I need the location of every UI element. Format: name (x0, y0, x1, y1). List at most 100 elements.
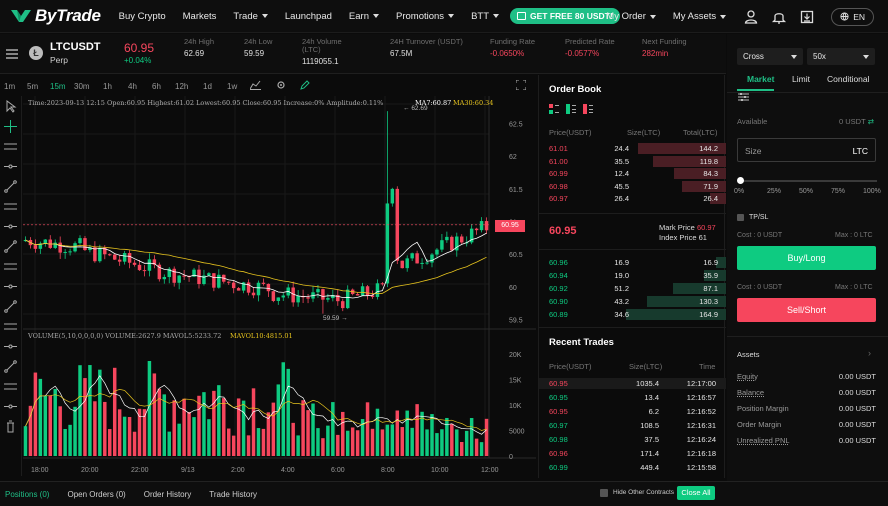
swap-icon[interactable]: ⇄ (868, 117, 874, 126)
bids-row[interactable]: 60.89 34.6 164.9 (539, 309, 726, 320)
nav-item-trade[interactable]: Trade (233, 11, 268, 22)
my-order-menu[interactable]: My Order (606, 11, 656, 22)
size-slider-handle[interactable] (737, 177, 744, 184)
chart-area[interactable]: 62.56261.56160.56059.520K15K10K5000018:0… (23, 96, 536, 478)
asks-row[interactable]: 61.01 24.4 144.2 (539, 143, 726, 154)
bids-row[interactable]: 60.94 19.0 35.9 (539, 270, 726, 281)
volume-bar (365, 402, 370, 456)
asks-row[interactable]: 60.99 12.4 84.3 (539, 168, 726, 179)
buy-long-button[interactable]: Buy/Long (737, 246, 876, 270)
bytrade-logo[interactable]: ByTrade (10, 6, 101, 26)
nav-item-btt[interactable]: BTT (471, 11, 500, 22)
price-line-tool-icon[interactable] (4, 280, 17, 293)
ob-size: 24.4 (614, 144, 629, 153)
bottom-tab-0[interactable]: Positions (0) (5, 490, 49, 499)
bids-row[interactable]: 60.90 43.2 130.3 (539, 296, 726, 307)
indicator-icon[interactable] (250, 80, 261, 90)
settings-sliders-icon[interactable] (738, 92, 749, 102)
margin-mode-select[interactable]: Cross (737, 48, 803, 65)
bottom-tab-3[interactable]: Trade History (209, 490, 257, 499)
bottom-tab-2[interactable]: Order History (144, 490, 192, 499)
crosshair-tool-icon[interactable] (4, 120, 17, 133)
price-channel-tool-icon[interactable] (4, 320, 17, 333)
bids-view-icon[interactable] (566, 104, 576, 114)
tab-market[interactable]: Market (747, 74, 774, 84)
menu-icon[interactable] (6, 49, 18, 59)
leverage-select[interactable]: 50x (807, 48, 875, 65)
pencil-tool-icon[interactable] (4, 400, 17, 413)
my-assets-menu[interactable]: My Assets (673, 11, 727, 22)
price-tick: 60 (509, 285, 517, 292)
trade-size: 6.2 (648, 407, 659, 416)
tpsl-checkbox[interactable] (737, 214, 744, 221)
ob-price: 60.89 (549, 310, 568, 319)
segment-line-tool-icon[interactable] (4, 260, 17, 273)
hide-other-contracts-checkbox[interactable] (600, 489, 608, 497)
fibonacci-tool-icon[interactable] (4, 340, 17, 353)
horizontal-line-tool-icon[interactable] (4, 160, 17, 173)
user-icon[interactable] (743, 9, 759, 25)
vertical-line-tool-icon[interactable] (4, 140, 17, 153)
asks-view-icon[interactable] (583, 104, 593, 114)
asks-row[interactable]: 61.00 35.5 119.8 (539, 155, 726, 167)
slider-mark[interactable]: 25% (767, 188, 781, 195)
close-all-button[interactable]: Close All (677, 486, 715, 500)
cursor-tool-icon[interactable] (4, 100, 17, 113)
nav-item-promotions[interactable]: Promotions (396, 11, 455, 22)
asks-row[interactable]: 60.98 45.5 71.9 (539, 180, 726, 192)
slider-mark[interactable]: 50% (799, 188, 813, 195)
nav-item-buy-crypto[interactable]: Buy Crypto (119, 11, 166, 22)
interval-30m[interactable]: 30m (74, 82, 90, 91)
chart-settings-gear-icon[interactable] (276, 80, 286, 90)
asks-row[interactable]: 60.97 26.4 26.4 (539, 193, 726, 204)
low-marker-label: 59.59 (323, 315, 340, 322)
bids-row[interactable]: 60.92 51.2 87.1 (539, 283, 726, 294)
pitchfork-tool-icon[interactable] (4, 360, 17, 373)
promo-button[interactable]: GET FREE 80 USDT! (510, 8, 620, 24)
measure-tool-icon[interactable] (4, 380, 17, 393)
size-input[interactable]: Size LTC (737, 138, 876, 162)
trend-line-tool-icon[interactable] (4, 200, 17, 213)
symbol-name[interactable]: LTCUSDT (50, 41, 101, 53)
slider-mark[interactable]: 75% (831, 188, 845, 195)
cross-line-tool-icon[interactable] (4, 180, 17, 193)
download-icon[interactable] (799, 9, 815, 25)
volume-bar (241, 400, 246, 456)
language-selector[interactable]: EN (831, 7, 874, 26)
trades-header-time: Time (699, 362, 716, 371)
tab-conditional[interactable]: Conditional (827, 74, 870, 84)
bids-row[interactable]: 60.96 16.9 16.9 (539, 257, 726, 268)
interval-6h[interactable]: 6h (152, 82, 161, 91)
nav-item-launchpad[interactable]: Launchpad (285, 11, 332, 22)
extended-line-tool-icon[interactable] (4, 240, 17, 253)
candle-body (306, 297, 310, 299)
interval-1d[interactable]: 1d (203, 82, 212, 91)
ray-line-tool-icon[interactable] (4, 220, 17, 233)
interval-5m[interactable]: 5m (27, 82, 38, 91)
candle-body (127, 253, 132, 263)
trade-time: 12:17:00 (686, 379, 716, 388)
slider-mark[interactable]: 100% (863, 188, 881, 195)
bottom-tab-1[interactable]: Open Orders (0) (67, 490, 125, 499)
chart-canvas[interactable]: 62.56261.56160.56059.520K15K10K5000018:0… (23, 96, 536, 478)
nav-item-markets[interactable]: Markets (183, 11, 217, 22)
interval-1h[interactable]: 1h (103, 82, 112, 91)
nav-item-earn[interactable]: Earn (349, 11, 379, 22)
slider-mark[interactable]: 0% (734, 188, 744, 195)
interval-12h[interactable]: 12h (175, 82, 188, 91)
pen-icon[interactable] (300, 80, 310, 90)
chevron-right-icon[interactable]: › (868, 348, 871, 358)
parallel-channel-tool-icon[interactable] (4, 300, 17, 313)
both-sides-view-icon[interactable] (549, 104, 559, 114)
size-slider-track[interactable] (739, 180, 877, 182)
bell-icon[interactable] (771, 9, 787, 25)
trade-time: 12:16:18 (686, 449, 716, 458)
interval-4h[interactable]: 4h (128, 82, 137, 91)
fullscreen-icon[interactable] (516, 80, 526, 90)
tab-limit[interactable]: Limit (792, 74, 810, 84)
delete-tool-icon[interactable] (4, 420, 17, 433)
interval-15m[interactable]: 15m (50, 82, 66, 91)
sell-short-button[interactable]: Sell/Short (737, 298, 876, 322)
interval-1w[interactable]: 1w (227, 82, 237, 91)
interval-1m[interactable]: 1m (4, 82, 15, 91)
